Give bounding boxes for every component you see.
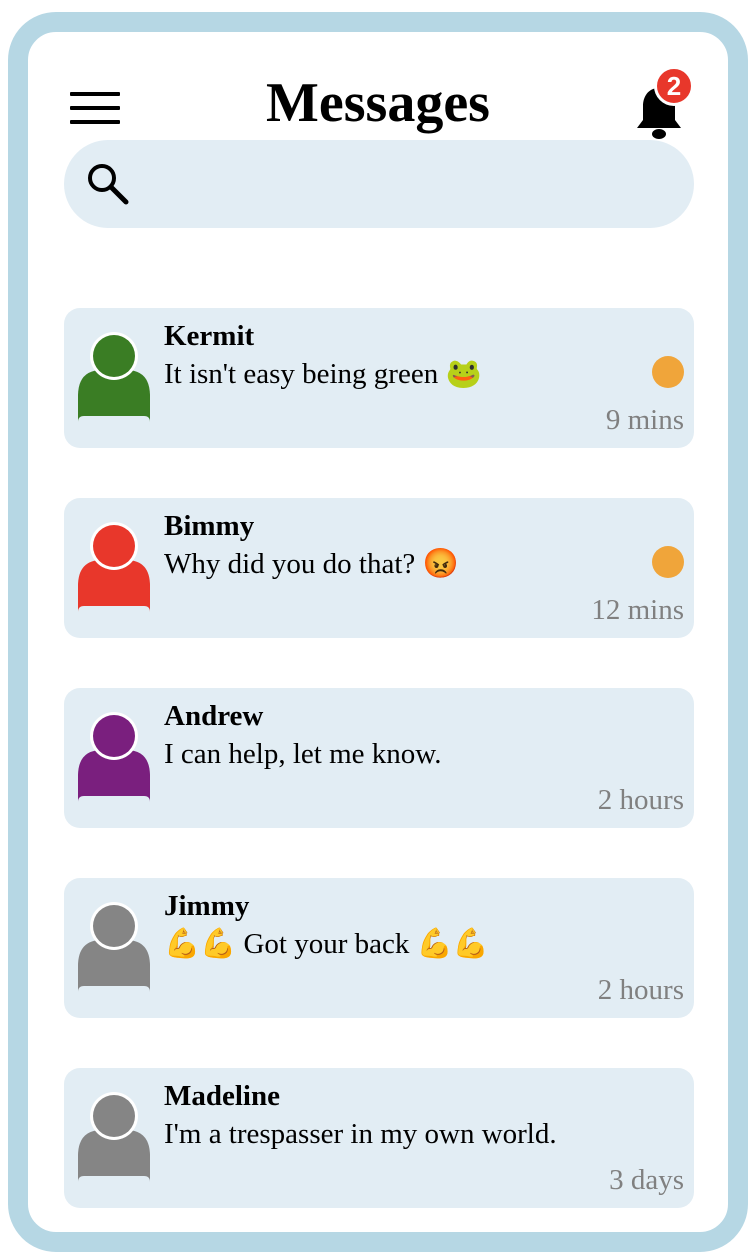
notification-badge: 2 (654, 66, 694, 106)
unread-indicator (652, 356, 684, 388)
avatar-icon (78, 902, 150, 992)
conversation-card[interactable]: Kermit It isn't easy being green 🐸 9 mins (64, 308, 694, 448)
conversation-card[interactable]: Jimmy 💪💪 Got your back 💪💪 2 hours (64, 878, 694, 1018)
phone-frame: Messages 2 Kermit It isn't easy being gre… (8, 12, 748, 1252)
conversation-card[interactable]: Bimmy Why did you do that? 😡 12 mins (64, 498, 694, 638)
message-timestamp: 3 days (609, 1164, 684, 1196)
conversation-list: Kermit It isn't easy being green 🐸 9 mins B… (64, 308, 694, 1258)
message-timestamp: 12 mins (591, 594, 684, 626)
message-preview: 💪💪 Got your back 💪💪 (164, 928, 489, 960)
avatar-icon (78, 522, 150, 612)
sender-name: Andrew (164, 700, 264, 732)
sender-name: Bimmy (164, 510, 255, 542)
message-preview: I'm a trespasser in my own world. (164, 1118, 557, 1150)
conversation-card[interactable]: Andrew I can help, let me know. 2 hours (64, 688, 694, 828)
sender-name: Madeline (164, 1080, 280, 1112)
search-icon (84, 160, 132, 208)
header: Messages 2 (28, 32, 728, 152)
avatar-icon (78, 1092, 150, 1182)
sender-name: Jimmy (164, 890, 250, 922)
message-preview: I can help, let me know. (164, 738, 442, 770)
conversation-card[interactable]: Madeline I'm a trespasser in my own world… (64, 1068, 694, 1208)
avatar-icon (78, 712, 150, 802)
message-preview: It isn't easy being green 🐸 (164, 358, 482, 390)
avatar-icon (78, 332, 150, 422)
message-timestamp: 2 hours (597, 974, 684, 1006)
search-input[interactable] (144, 154, 668, 216)
message-timestamp: 2 hours (597, 784, 684, 816)
message-preview: Why did you do that? 😡 (164, 548, 459, 580)
search-bar[interactable] (64, 140, 694, 228)
unread-indicator (652, 546, 684, 578)
sender-name: Kermit (164, 320, 255, 352)
page-title: Messages (266, 72, 490, 134)
message-timestamp: 9 mins (605, 404, 684, 436)
